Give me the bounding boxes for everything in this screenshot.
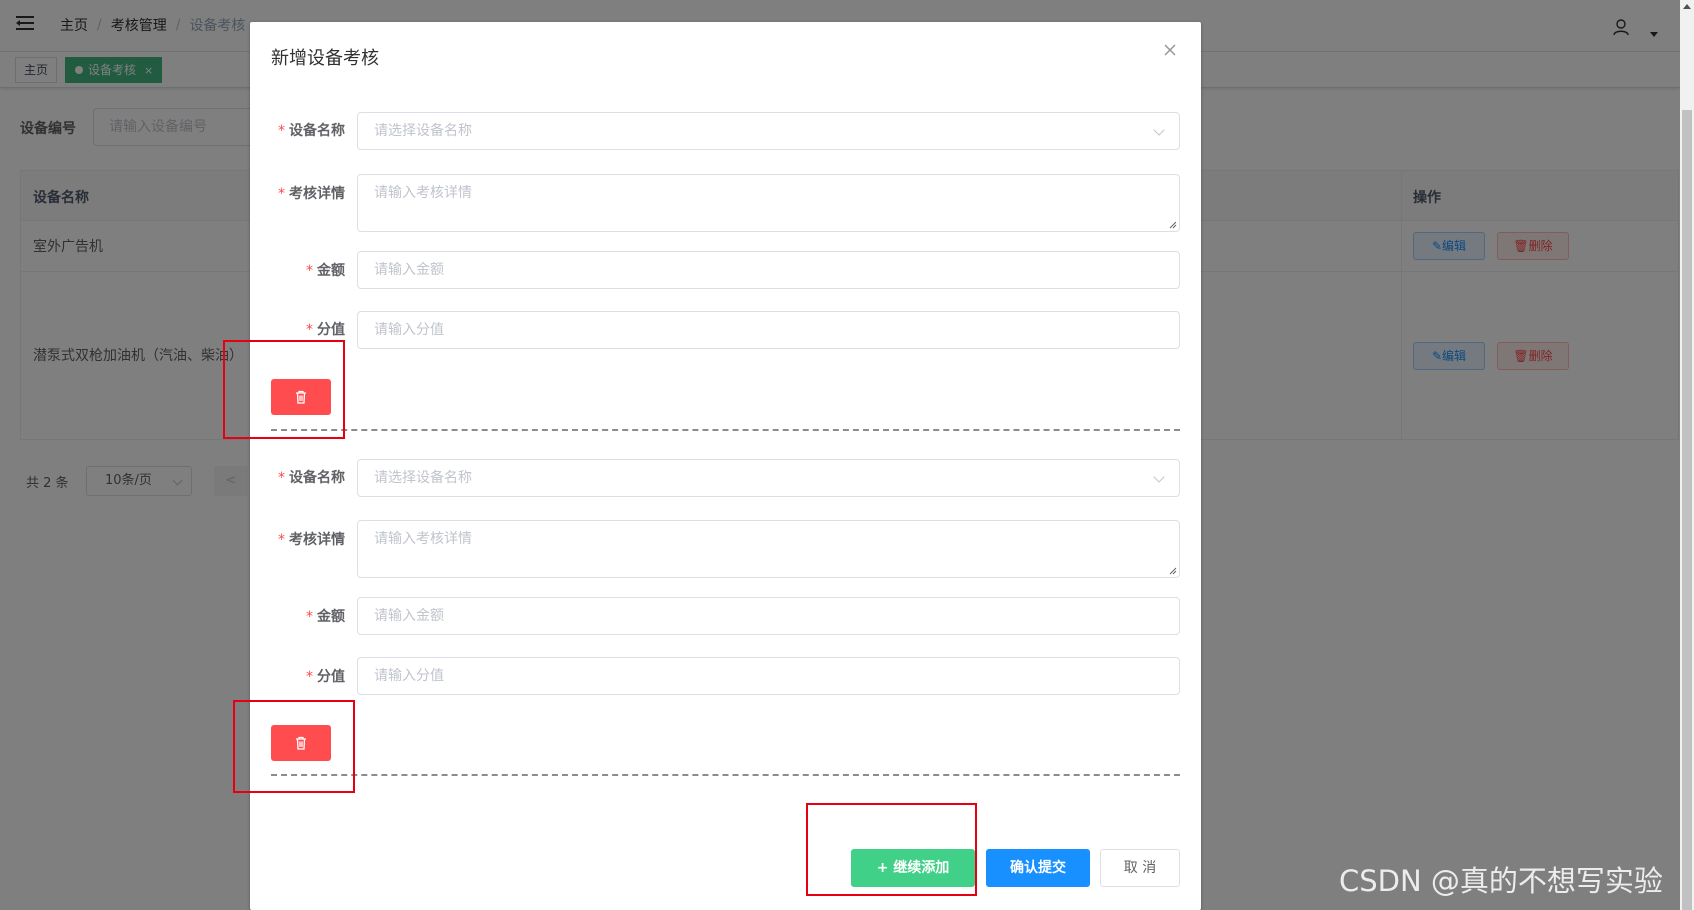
chevron-down-icon (1153, 471, 1165, 483)
assessment-detail-label: * 考核详情 (250, 183, 345, 203)
device-name-label: * 设备名称 (250, 120, 345, 140)
required-mark: * (278, 186, 285, 202)
placeholder-text: 请输入分值 (374, 668, 444, 684)
assessment-detail-textarea[interactable]: 请输入考核详情 (357, 520, 1180, 578)
score-label: * 分值 (250, 319, 345, 339)
amount-input[interactable]: 请输入金额 (357, 597, 1180, 635)
highlight-box (233, 700, 355, 793)
chevron-down-icon (1153, 124, 1165, 136)
placeholder-text: 请输入考核详情 (374, 531, 472, 547)
placeholder-text: 请选择设备名称 (374, 123, 472, 139)
placeholder-text: 请输入分值 (374, 322, 444, 338)
highlight-box (223, 340, 345, 439)
highlight-box (806, 803, 977, 896)
label-text: 设备名称 (289, 470, 345, 486)
label-text: 考核详情 (289, 532, 345, 548)
score-input[interactable]: 请输入分值 (357, 311, 1180, 349)
amount-label: * 金额 (250, 606, 345, 626)
amount-label: * 金额 (250, 260, 345, 280)
label-text: 考核详情 (289, 186, 345, 202)
resize-grip-icon[interactable] (1169, 221, 1177, 229)
group-divider (271, 774, 1180, 776)
watermark-text: CSDN @真的不想写实验 (1339, 864, 1663, 898)
amount-input[interactable]: 请输入金额 (357, 251, 1180, 289)
required-mark: * (278, 470, 285, 486)
confirm-submit-button[interactable]: 确认提交 (986, 849, 1090, 887)
device-name-select[interactable]: 请选择设备名称 (357, 459, 1180, 497)
required-mark: * (306, 609, 313, 625)
label-text: 分值 (317, 322, 345, 338)
required-mark: * (306, 669, 313, 685)
cancel-button[interactable]: 取 消 (1100, 849, 1180, 887)
placeholder-text: 请选择设备名称 (374, 470, 472, 486)
label-text: 金额 (317, 609, 345, 625)
score-input[interactable]: 请输入分值 (357, 657, 1180, 695)
placeholder-text: 请输入金额 (374, 262, 444, 278)
group-divider (271, 429, 1180, 431)
add-device-assessment-dialog: 新增设备考核 * 设备名称 请选择设备名称 * 考核详情 请输入考核详情 * 金额 请… (250, 22, 1201, 910)
label-text: 设备名称 (289, 123, 345, 139)
assessment-detail-textarea[interactable]: 请输入考核详情 (357, 174, 1180, 232)
label-text: 金额 (317, 263, 345, 279)
label-text: 分值 (317, 669, 345, 685)
placeholder-text: 请输入考核详情 (374, 185, 472, 201)
score-label: * 分值 (250, 666, 345, 686)
device-name-label: * 设备名称 (250, 467, 345, 487)
required-mark: * (306, 263, 313, 279)
assessment-detail-label: * 考核详情 (250, 529, 345, 549)
scroll-up-icon[interactable] (1683, 4, 1691, 9)
page-scrollbar[interactable] (1680, 0, 1694, 910)
required-mark: * (306, 322, 313, 338)
dialog-title: 新增设备考核 (271, 48, 379, 69)
resize-grip-icon[interactable] (1169, 567, 1177, 575)
placeholder-text: 请输入金额 (374, 608, 444, 624)
device-name-select[interactable]: 请选择设备名称 (357, 112, 1180, 150)
close-icon[interactable] (1162, 42, 1178, 58)
scroll-thumb[interactable] (1682, 110, 1692, 910)
required-mark: * (278, 123, 285, 139)
required-mark: * (278, 532, 285, 548)
